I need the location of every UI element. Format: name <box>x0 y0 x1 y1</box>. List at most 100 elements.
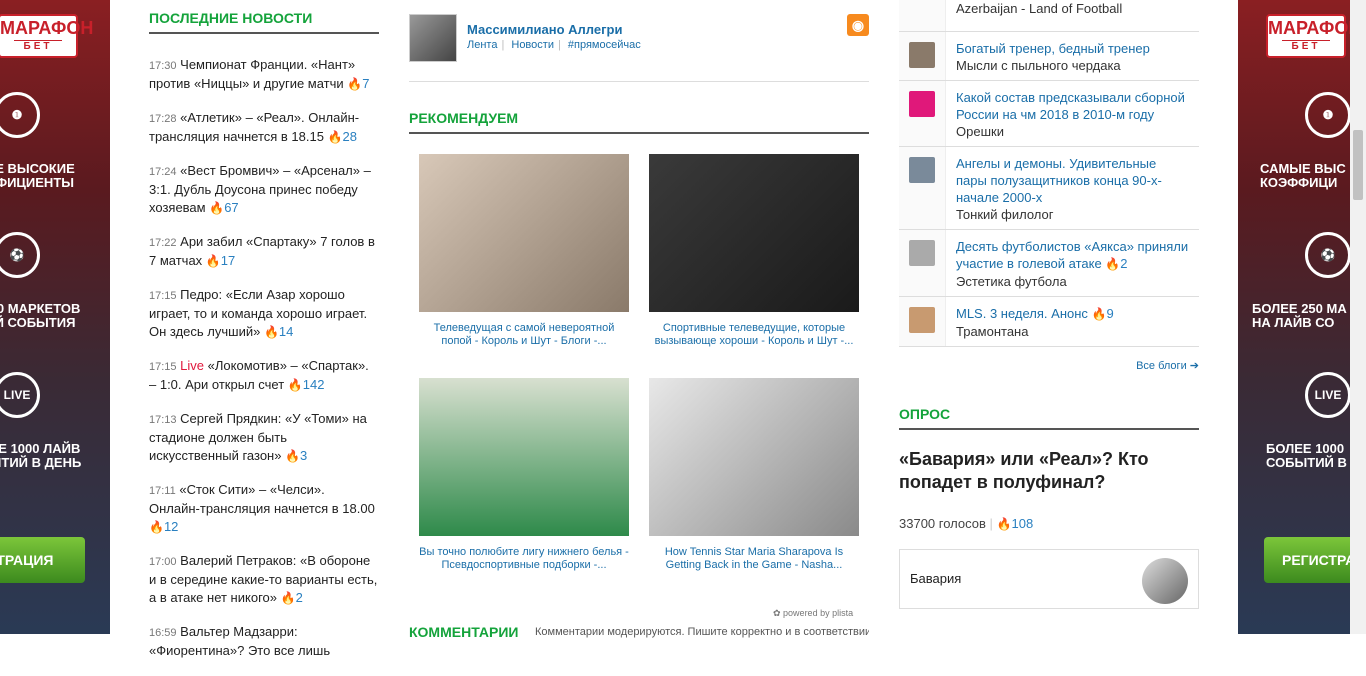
news-time: 17:30 <box>149 60 177 72</box>
blog-source[interactable]: Эстетика футбола <box>956 273 1189 290</box>
news-item[interactable]: 17:00 Валерий Петраков: «В обороне и в с… <box>149 552 379 607</box>
news-time: 17:24 <box>149 166 177 178</box>
poll-block: ОПРОС «Бавария» или «Реал»? Кто попадет … <box>899 406 1199 609</box>
news-headline[interactable]: Сергей Прядкин: «У «Томи» на стадионе до… <box>149 411 367 463</box>
news-time: 17:00 <box>149 556 177 568</box>
card-caption[interactable]: How Tennis Star Maria Sharapova Is Getti… <box>649 546 859 572</box>
feed-link[interactable]: Лента <box>467 39 497 51</box>
blog-title[interactable]: MLS. 3 неделя. Анонс <box>956 306 1088 321</box>
comments-note: Комментарии модерируются. Пишите коррект… <box>535 626 869 638</box>
blog-source[interactable]: Трамонтана <box>956 323 1189 340</box>
card-image[interactable] <box>419 154 629 312</box>
comment-count[interactable]: 142 <box>303 377 325 392</box>
poll-question[interactable]: «Бавария» или «Реал»? Кто попадет в полу… <box>899 448 1199 494</box>
blog-source[interactable]: Орешки <box>956 123 1189 140</box>
card-caption[interactable]: Телеведущая с самой невероятной попой - … <box>419 322 629 348</box>
right-ad-banner[interactable]: МАРАФОН БЕТ ❶ САМЫЕ ВЫС КОЭФФИЦИ ⚽ БОЛЕЕ… <box>1238 0 1350 634</box>
blog-source[interactable]: Тонкий филолог <box>956 206 1189 223</box>
blog-item: Azerbaijan - Land of Football <box>899 0 1199 32</box>
plista-icon: ✿ <box>773 608 784 618</box>
register-button[interactable]: РЕГИСТРА <box>1264 537 1350 583</box>
flame-icon: 🔥 <box>1105 257 1121 271</box>
news-item[interactable]: 17:24 «Вест Бромвич» – «Арсенал» – 3:1. … <box>149 162 379 217</box>
live-icon: LIVE <box>1305 372 1350 418</box>
news-headline[interactable]: «Вест Бромвич» – «Арсенал» – 3:1. Дубль … <box>149 163 371 215</box>
comment-count[interactable]: 3 <box>300 448 307 463</box>
news-item[interactable]: 17:11 «Сток Сити» – «Челси». Онлайн-тран… <box>149 481 379 536</box>
blog-avatar[interactable] <box>909 42 935 68</box>
scrollbar[interactable] <box>1350 0 1366 634</box>
poll-option[interactable]: Бавария <box>899 549 1199 609</box>
news-section-title: ПОСЛЕДНИЕ НОВОСТИ <box>149 0 379 34</box>
flame-icon: 🔥 <box>209 201 225 215</box>
arrow-right-icon: ➔ <box>1189 360 1199 372</box>
news-headline[interactable]: Педро: «Если Азар хорошо играет, то и ко… <box>149 287 367 339</box>
news-time: 17:28 <box>149 113 177 125</box>
blog-title[interactable]: Ангелы и демоны. Удивительные пары полуз… <box>956 156 1162 205</box>
blog-avatar[interactable] <box>909 91 935 117</box>
comment-count[interactable]: 28 <box>343 129 357 144</box>
left-ad-banner[interactable]: МАРАФОН БЕТ ❶ Е ВЫСОКИЕ ФИЦИЕНТЫ ⚽ 50 МА… <box>0 0 110 634</box>
live-badge: Live <box>180 358 205 373</box>
card-image[interactable] <box>419 378 629 536</box>
flame-icon: 🔥 <box>327 130 343 144</box>
news-item[interactable]: 17:15 Live «Локомотив» – «Спартак». – 1:… <box>149 357 379 394</box>
ad-feature-text: САМЫЕ ВЫС КОЭФФИЦИ <box>1260 161 1346 190</box>
ad-feature-text: 50 МАРКЕТОВ Й СОБЫТИЯ <box>0 301 81 330</box>
recommend-card[interactable]: How Tennis Star Maria Sharapova Is Getti… <box>649 378 859 572</box>
news-headline[interactable]: Вальтер Мадзарри: «Фиорентина»? Это все … <box>149 624 330 658</box>
comment-count[interactable]: 17 <box>221 253 235 268</box>
blog-avatar[interactable] <box>909 157 935 183</box>
blog-source[interactable]: Azerbaijan - Land of Football <box>956 0 1189 17</box>
news-time: 16:59 <box>149 627 177 639</box>
news-item[interactable]: 16:59 Вальтер Мадзарри: «Фиорентина»? Эт… <box>149 623 379 660</box>
comment-count[interactable]: 7 <box>362 76 369 91</box>
balls-icon: ⚽ <box>0 232 40 278</box>
comment-count[interactable]: 2 <box>296 590 303 605</box>
recommend-card[interactable]: Телеведущая с самой невероятной попой - … <box>419 154 629 348</box>
comment-count[interactable]: 14 <box>279 324 293 339</box>
plista-credit[interactable]: ✿ powered by plista <box>773 608 853 619</box>
blog-title[interactable]: Десять футболистов «Аякса» приняли участ… <box>956 239 1188 271</box>
rss-icon[interactable]: ◉ <box>847 14 869 36</box>
blog-item: MLS. 3 неделя. Анонс 🔥9 Трамонтана <box>899 297 1199 347</box>
blog-title[interactable]: Какой состав предсказывали сборной Росси… <box>956 90 1185 122</box>
news-item[interactable]: 17:22 Ари забил «Спартаку» 7 голов в 7 м… <box>149 233 379 270</box>
blog-list: Богатый тренер, бедный тренер Мысли с пыл… <box>899 32 1199 347</box>
comment-count[interactable]: 2 <box>1120 256 1127 271</box>
author-block: Массимилиано Аллегри Лента | Новости | #пр… <box>409 0 869 82</box>
blog-avatar[interactable] <box>909 307 935 333</box>
card-image[interactable] <box>649 154 859 312</box>
blog-avatar[interactable] <box>909 240 935 266</box>
author-photo[interactable] <box>409 14 457 62</box>
scrollbar-thumb[interactable] <box>1353 130 1363 200</box>
recommend-card[interactable]: Вы точно полюбите лигу нижнего белья - П… <box>419 378 629 572</box>
comment-count[interactable]: 12 <box>164 519 178 534</box>
news-headline[interactable]: Валерий Петраков: «В обороне и в середин… <box>149 553 377 605</box>
news-headline[interactable]: Чемпионат Франции. «Нант» против «Ниццы»… <box>149 57 355 91</box>
comment-count[interactable]: 9 <box>1107 306 1114 321</box>
flame-icon: 🔥 <box>996 517 1012 531</box>
news-item[interactable]: 17:30 Чемпионат Франции. «Нант» против «… <box>149 56 379 93</box>
news-item[interactable]: 17:15 Педро: «Если Азар хорошо играет, т… <box>149 286 379 341</box>
comment-count[interactable]: 67 <box>224 200 238 215</box>
news-headline[interactable]: Ари забил «Спартаку» 7 голов в 7 матчах <box>149 234 375 268</box>
news-item[interactable]: 17:28 «Атлетик» – «Реал». Онлайн-трансля… <box>149 109 379 146</box>
recommend-card[interactable]: Спортивные телеведущие, которые вызывающ… <box>649 154 859 348</box>
blog-source[interactable]: Мысли с пыльного чердака <box>956 57 1189 74</box>
author-name[interactable]: Массимилиано Аллегри <box>467 22 622 37</box>
card-caption[interactable]: Спортивные телеведущие, которые вызывающ… <box>649 322 859 348</box>
recommend-grid: Телеведущая с самой невероятной попой - … <box>409 134 869 594</box>
news-time: 17:13 <box>149 414 177 426</box>
card-image[interactable] <box>649 378 859 536</box>
blog-item: Десять футболистов «Аякса» приняли участ… <box>899 230 1199 297</box>
blog-title[interactable]: Богатый тренер, бедный тренер <box>956 41 1150 56</box>
all-blogs-link[interactable]: Все блоги ➔ <box>899 359 1199 372</box>
news-headline[interactable]: «Сток Сити» – «Челси». Онлайн-трансляция… <box>149 482 375 516</box>
blog-item: Богатый тренер, бедный тренер Мысли с пыл… <box>899 32 1199 81</box>
news-link[interactable]: Новости <box>511 39 554 51</box>
news-item[interactable]: 17:13 Сергей Прядкин: «У «Томи» на стади… <box>149 410 379 465</box>
card-caption[interactable]: Вы точно полюбите лигу нижнего белья - П… <box>419 546 629 572</box>
hashtag-link[interactable]: #прямосейчас <box>568 39 641 51</box>
register-button[interactable]: ИСТРАЦИЯ <box>0 537 85 583</box>
